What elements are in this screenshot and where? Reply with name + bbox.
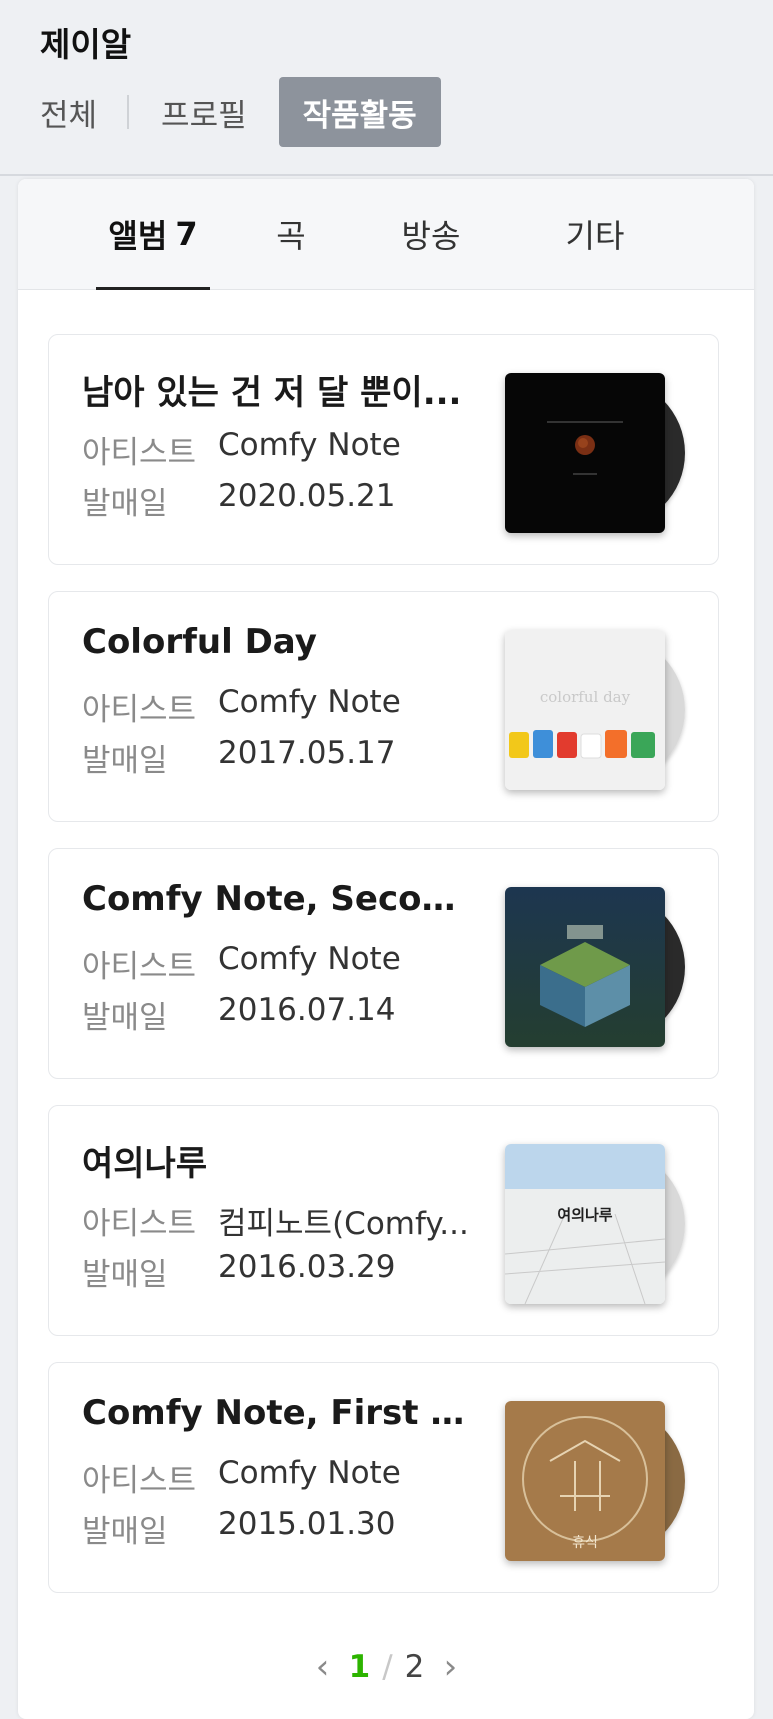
album-date-row: 발매일 2017.05.17 (82, 735, 396, 780)
cover-text: 여의나루 (557, 1206, 612, 1224)
tab-works[interactable]: 작품활동 (278, 77, 441, 147)
artist-label: 아티스트 (82, 435, 197, 471)
sub-tab-album-label: 앨범 (108, 217, 168, 255)
album-card[interactable]: 여의나루 아티스트 컴피노트(Comfy... 발매일 2016.03.29 여… (48, 1105, 719, 1336)
sub-tab-album-count: 7 (175, 215, 198, 253)
album-cover-image (505, 887, 665, 1047)
sub-tab-broadcast[interactable]: 방송 (386, 179, 476, 289)
header: 제이알 전체 프로필 작품활동 (0, 0, 773, 176)
album-card[interactable]: Colorful Day 아티스트 Comfy Note 발매일 2017.05… (48, 591, 719, 822)
album-artist-row: 아티스트 Comfy Note (82, 427, 401, 472)
chevron-right-icon[interactable]: › (430, 1647, 470, 1687)
artist-label: 아티스트 (82, 949, 197, 985)
pagination: ‹ 1 / 2 › (0, 1642, 773, 1692)
album-release-date: 2016.07.14 (218, 992, 396, 1028)
album-cover-image (505, 373, 665, 533)
page-2[interactable]: 2 (405, 1649, 425, 1685)
sub-tab-song[interactable]: 곡 (256, 179, 326, 289)
album-artist[interactable]: Comfy Note (218, 1455, 473, 1491)
album-release-date: 2016.03.29 (218, 1249, 396, 1285)
album-artist[interactable]: Comfy Note (218, 941, 473, 977)
artist-label: 아티스트 (82, 1463, 197, 1499)
album-artist-row: 아티스트 Comfy Note (82, 1455, 401, 1500)
album-card[interactable]: Comfy Note, First Not... 아티스트 Comfy Note… (48, 1362, 719, 1593)
artist-label: 아티스트 (82, 1206, 197, 1242)
sub-tab-etc[interactable]: 기타 (550, 179, 640, 289)
page-separator: / (382, 1649, 393, 1685)
release-label: 발매일 (82, 1514, 168, 1550)
album-title[interactable]: 여의나루 (82, 1136, 472, 1185)
tab-profile[interactable]: 프로필 (161, 77, 247, 147)
cover-text: 휴식 (572, 1535, 598, 1551)
album-cover[interactable]: colorful day (505, 630, 685, 790)
album-title[interactable]: Colorful Day (82, 622, 472, 662)
album-artist-row: 아티스트 Comfy Note (82, 941, 401, 986)
album-cover[interactable]: 여의나루 (505, 1144, 685, 1304)
album-date-row: 발매일 2016.07.14 (82, 992, 396, 1037)
album-release-date: 2015.01.30 (218, 1506, 396, 1542)
album-card[interactable]: Comfy Note, Second ... 아티스트 Comfy Note 발… (48, 848, 719, 1079)
cover-text: colorful day (540, 688, 631, 706)
album-date-row: 발매일 2020.05.21 (82, 478, 396, 523)
album-release-date: 2017.05.17 (218, 735, 396, 771)
artist-name: 제이알 (40, 25, 132, 64)
artist-label: 아티스트 (82, 692, 197, 728)
album-card[interactable]: 남아 있는 건 저 달 뿐이... 아티스트 Comfy Note 발매일 20… (48, 334, 719, 565)
active-tab-underline (96, 287, 210, 290)
album-artist-row: 아티스트 Comfy Note (82, 684, 401, 729)
sub-tabs: 앨범 7 곡 방송 기타 (18, 179, 754, 290)
works-panel: 앨범 7 곡 방송 기타 남아 있는 건 저 달 뿐이... 아티스트 Comfy… (18, 179, 754, 1719)
album-title[interactable]: Comfy Note, Second ... (82, 879, 472, 919)
album-date-row: 발매일 2015.01.30 (82, 1506, 396, 1551)
tab-all[interactable]: 전체 (40, 77, 97, 147)
album-artist[interactable]: 컴피노트(Comfy... (218, 1198, 473, 1243)
release-label: 발매일 (82, 1257, 168, 1293)
album-title[interactable]: 남아 있는 건 저 달 뿐이... (82, 365, 472, 414)
album-title[interactable]: Comfy Note, First Not... (82, 1393, 472, 1433)
release-label: 발매일 (82, 486, 168, 522)
album-artist[interactable]: Comfy Note (218, 427, 473, 463)
tab-divider (127, 95, 130, 129)
page-current[interactable]: 1 (349, 1649, 371, 1685)
album-cover-image: colorful day (505, 630, 665, 790)
release-label: 발매일 (82, 743, 168, 779)
album-artist[interactable]: Comfy Note (218, 684, 473, 720)
chevron-left-icon[interactable]: ‹ (303, 1647, 343, 1687)
album-artist-row: 아티스트 컴피노트(Comfy... (82, 1198, 469, 1243)
top-tabs: 전체 프로필 작품활동 (40, 77, 441, 147)
album-release-date: 2020.05.21 (218, 478, 396, 514)
album-cover[interactable] (505, 887, 685, 1047)
album-cover[interactable]: 휴식 (505, 1401, 685, 1561)
album-cover[interactable] (505, 373, 685, 533)
album-cover-image: 휴식 (505, 1401, 665, 1561)
release-label: 발매일 (82, 1000, 168, 1036)
album-cover-image: 여의나루 (505, 1144, 665, 1304)
album-date-row: 발매일 2016.03.29 (82, 1249, 396, 1294)
sub-tab-album[interactable]: 앨범 7 (96, 179, 210, 289)
